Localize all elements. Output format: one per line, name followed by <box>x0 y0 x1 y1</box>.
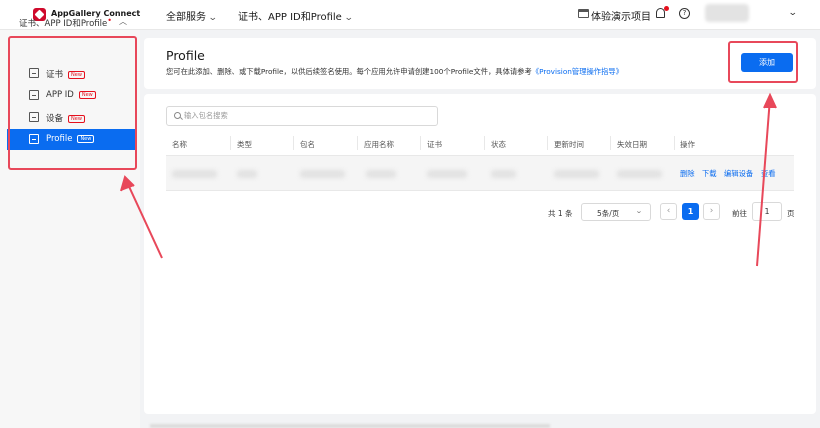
redacted-cell <box>172 170 217 178</box>
nav-cert-appid-profile[interactable]: 证书、APP ID和Profile ⌄ <box>238 8 354 23</box>
column-divider <box>610 136 611 150</box>
search-icon <box>174 112 181 119</box>
redacted-cell <box>617 170 662 178</box>
column-header-name: 名称 <box>172 140 187 149</box>
sidebar-group-header[interactable]: 证书、APP ID和Profile• <box>19 16 112 29</box>
page-header-card <box>144 38 816 89</box>
redacted-cell <box>366 170 396 178</box>
nav-cert-label: 证书、APP ID和Profile <box>238 12 342 23</box>
column-header-certificate: 证书 <box>427 140 442 149</box>
column-divider <box>357 136 358 150</box>
redacted-cell <box>237 170 257 178</box>
redacted-cell <box>427 170 467 178</box>
column-divider <box>420 136 421 150</box>
chevron-down-icon: ⌄ <box>343 13 354 23</box>
redacted-cell <box>300 170 345 178</box>
view-action[interactable]: 查看 <box>761 169 776 179</box>
column-divider <box>674 136 675 150</box>
column-header-updated-time: 更新时间 <box>554 140 584 149</box>
page-title: Profile <box>166 48 205 63</box>
provision-guide-link[interactable]: 《Provision管理操作指导》 <box>532 67 623 76</box>
next-page-button[interactable]: › <box>703 203 720 220</box>
column-divider <box>293 136 294 150</box>
chevron-down-icon[interactable]: ⌄ <box>788 8 798 18</box>
goto-page-input[interactable]: 1 <box>752 202 782 221</box>
column-header-type: 类型 <box>237 140 252 149</box>
sidebar-annotation-box <box>8 36 137 170</box>
column-header-app-name: 应用名称 <box>364 140 394 149</box>
required-mark: • <box>107 16 112 25</box>
total-count: 共 1 条 <box>548 209 573 218</box>
demo-project-link[interactable]: 体验演示项目 <box>591 8 651 23</box>
column-header-status: 状态 <box>491 140 506 149</box>
column-header-expiry-date: 失效日期 <box>617 140 647 149</box>
add-button-annotation-box <box>728 41 798 83</box>
page-description-text: 您可在此添加、删除、或下载Profile，以供后续签名使用。每个应用允许申请创建… <box>166 67 532 76</box>
help-icon[interactable]: ? <box>679 8 690 19</box>
search-placeholder: 输入包名搜索 <box>184 111 228 120</box>
edit-devices-action[interactable]: 编辑设备 <box>724 169 753 179</box>
chevron-down-icon: ⌄ <box>635 207 643 215</box>
store-icon <box>578 9 589 18</box>
page-size-value: 5条/页 <box>597 209 620 218</box>
user-account[interactable] <box>705 4 749 22</box>
column-header-package: 包名 <box>300 140 315 149</box>
sidebar-group-label: 证书、APP ID和Profile <box>19 19 108 29</box>
notification-dot <box>664 6 669 11</box>
footer-redacted <box>150 424 550 428</box>
goto-label: 前往 <box>732 209 747 218</box>
nav-all-services-label: 全部服务 <box>166 12 206 23</box>
current-page-button[interactable]: 1 <box>682 203 699 220</box>
column-divider <box>230 136 231 150</box>
chevron-down-icon: ⌄ <box>207 13 218 23</box>
page-unit-label: 页 <box>787 209 795 218</box>
nav-all-services[interactable]: 全部服务 ⌄ <box>166 8 218 23</box>
chevron-up-icon[interactable]: ︿ <box>119 16 127 27</box>
redacted-cell <box>554 170 599 178</box>
column-divider <box>484 136 485 150</box>
delete-action[interactable]: 删除 <box>680 169 695 179</box>
redacted-cell <box>491 170 516 178</box>
download-action[interactable]: 下载 <box>702 169 717 179</box>
table-header <box>166 133 794 156</box>
table-row <box>166 156 794 191</box>
column-divider <box>547 136 548 150</box>
page-description: 您可在此添加、删除、或下载Profile，以供后续签名使用。每个应用允许申请创建… <box>166 67 623 77</box>
column-header-actions: 操作 <box>680 140 695 149</box>
prev-page-button[interactable]: ‹ <box>660 203 677 220</box>
